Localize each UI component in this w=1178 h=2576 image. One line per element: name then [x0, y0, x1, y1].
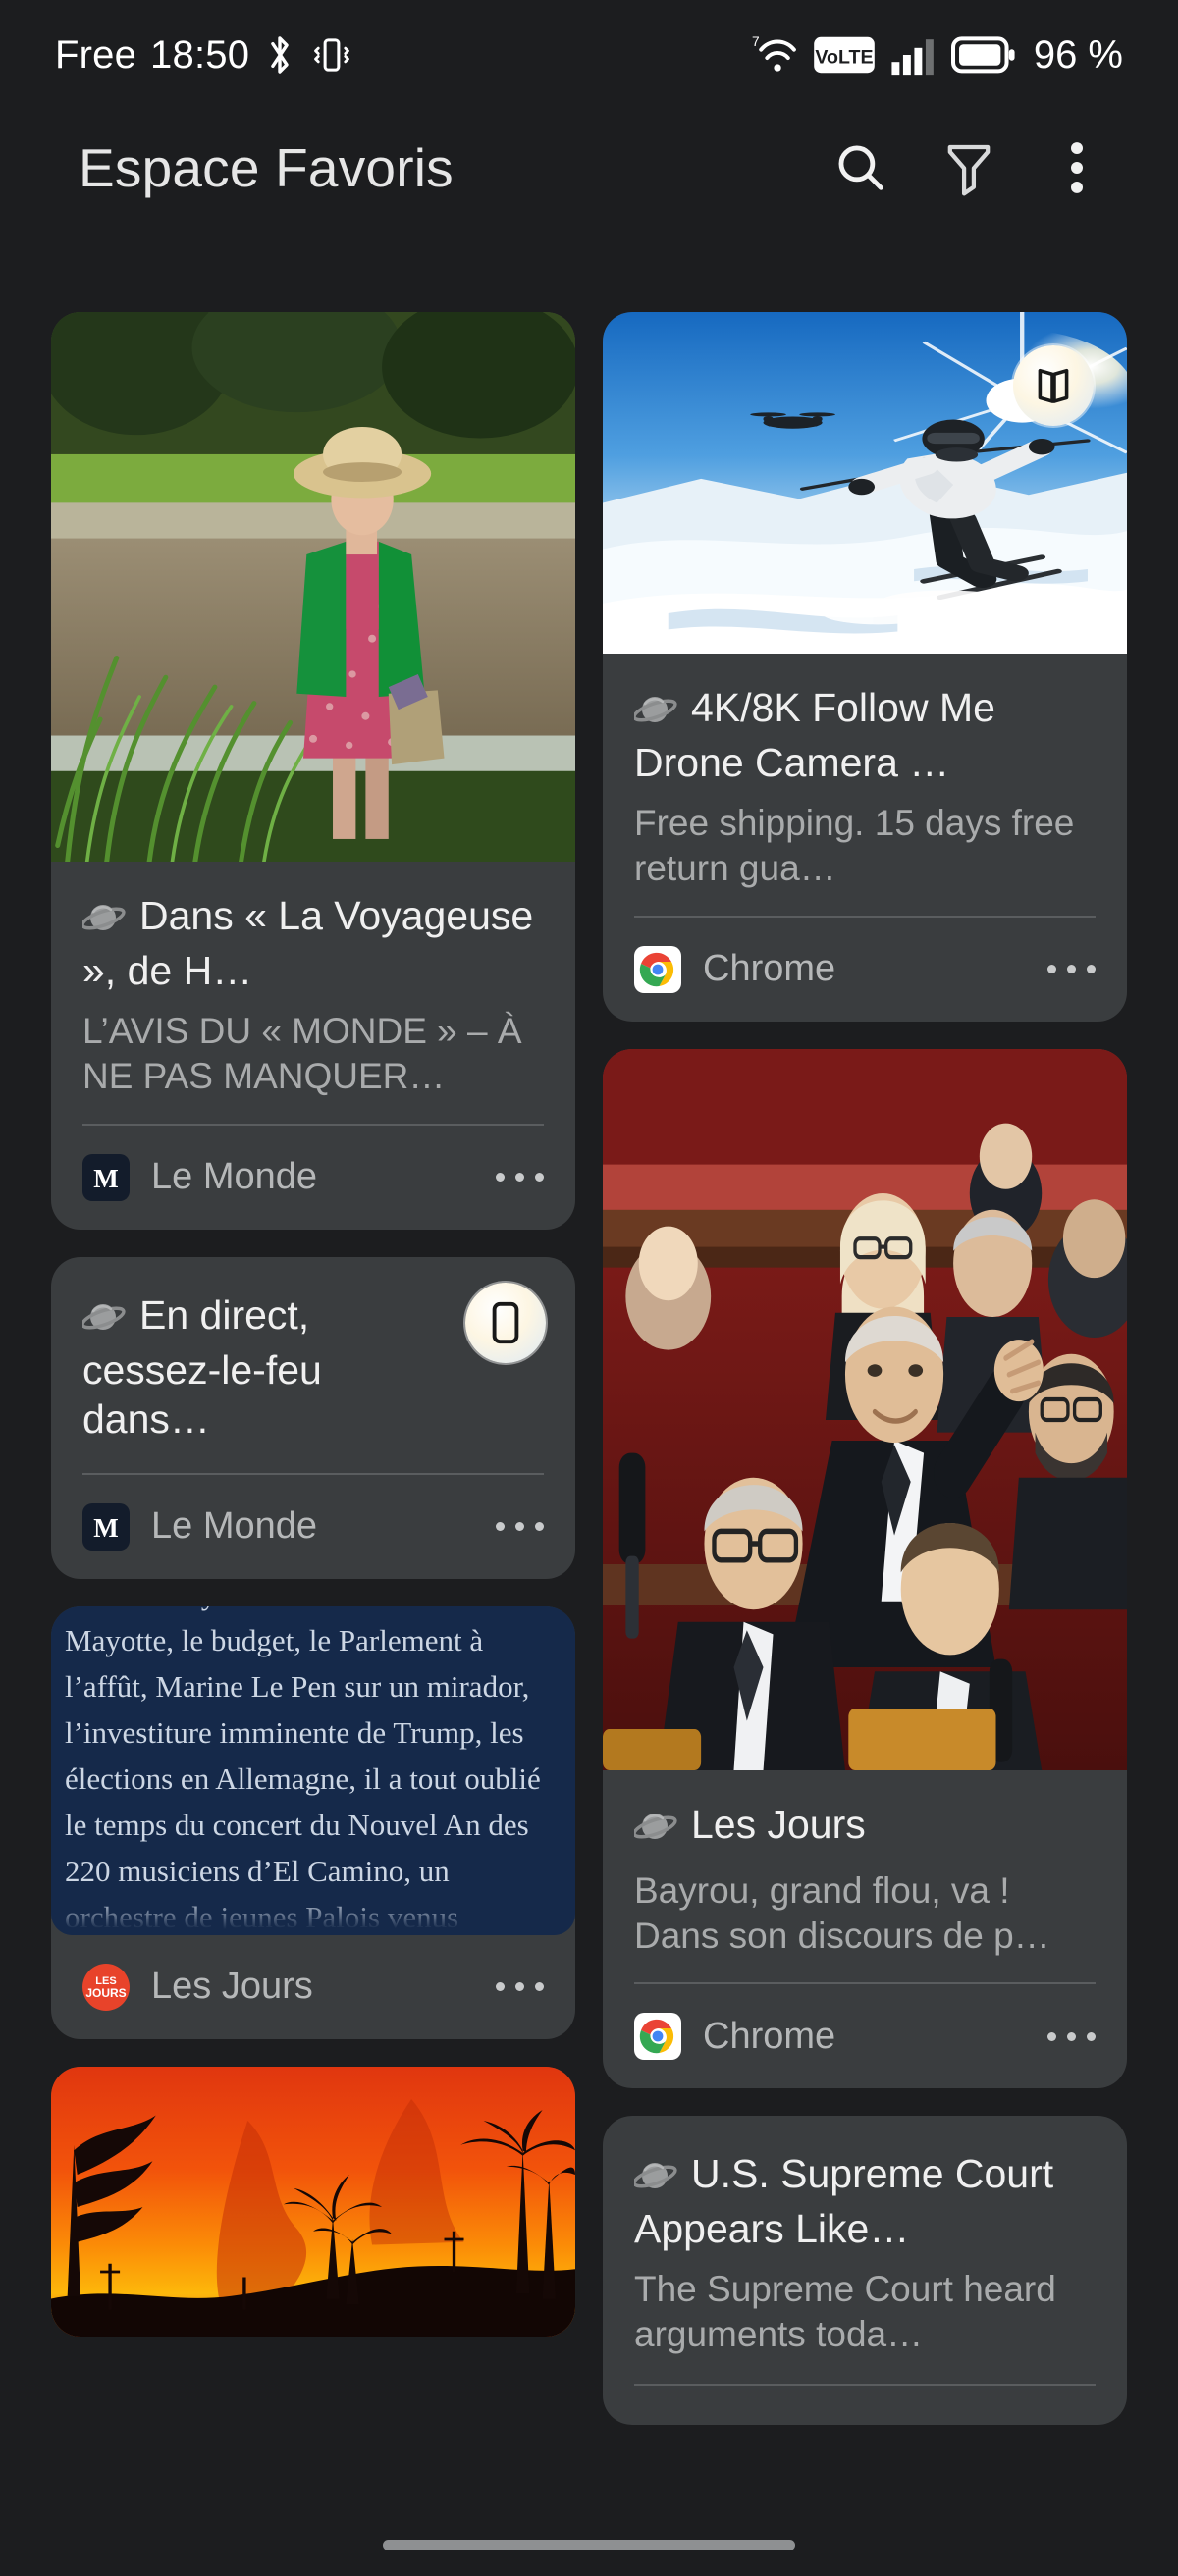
- card-footer: M Le Monde: [51, 1475, 575, 1579]
- battery-icon: [950, 33, 1016, 77]
- card-body: En direct, cessez-le-feu dans…: [51, 1257, 575, 1475]
- card-body: 4K/8K Follow Me Drone Camera … Free ship…: [603, 654, 1127, 918]
- card-thumbnail: [51, 2066, 575, 2337]
- card-overflow-icon[interactable]: [496, 1982, 544, 1992]
- card-title-row: U.S. Supreme Court Appears Like…: [632, 2149, 1096, 2253]
- card-source-name: Le Monde: [151, 1505, 318, 1548]
- card-overflow-icon[interactable]: [1047, 2031, 1096, 2041]
- card-title: 4K/8K Follow Me Drone Camera …: [634, 685, 995, 786]
- card-lesjours-text[interactable]: Bayrou est rentré à Pau. Mayotte, le bud…: [51, 1605, 575, 2039]
- overflow-menu-icon: [1067, 139, 1087, 196]
- planet-icon: [632, 2155, 679, 2204]
- excerpt-fade: [51, 1895, 575, 1935]
- planet-icon: [632, 1806, 679, 1855]
- svg-text:VoLTE: VoLTE: [815, 46, 873, 68]
- card-source-name: Chrome: [703, 2015, 836, 2057]
- svg-text:M: M: [93, 1164, 118, 1193]
- excerpt-line: Bayrou est rentré à Pau.: [65, 1606, 562, 1617]
- planet-icon: [80, 897, 128, 946]
- chrome-icon: [634, 2013, 681, 2061]
- card-thumbnail: [51, 312, 575, 862]
- status-bar: Free 18:50 7 VoLTE 96 %: [0, 0, 1178, 110]
- card-title-row: 4K/8K Follow Me Drone Camera …: [632, 683, 1096, 787]
- card-title: Les Jours: [691, 1801, 866, 1847]
- status-bar-left: Free 18:50: [55, 32, 353, 78]
- card-badge[interactable]: [465, 1282, 546, 1363]
- card-subtitle: L’AVIS DU « MONDE » – À NE PAS MANQUER…: [82, 1011, 522, 1097]
- phone-screen: Free 18:50 7 VoLTE 96 % Espace Favoris D…: [0, 0, 1178, 2576]
- card-drone[interactable]: 4K/8K Follow Me Drone Camera … Free ship…: [603, 312, 1127, 1022]
- search-icon: [832, 139, 889, 196]
- card-voyageuse[interactable]: Dans « La Voyageuse », de H… L’AVIS DU «…: [51, 312, 575, 1230]
- card-footer: Chrome: [603, 918, 1127, 1022]
- card-subtitle: The Supreme Court heard arguments toda…: [634, 2269, 1056, 2355]
- card-title: Dans « La Voyageuse », de H…: [82, 893, 534, 994]
- vibrate-icon: [310, 32, 353, 78]
- planet-icon: [632, 689, 679, 738]
- filter-icon: [942, 139, 995, 196]
- mobile-phone-icon: [491, 1301, 520, 1344]
- card-source-name: Les Jours: [151, 1966, 313, 2008]
- volte-icon: VoLTE: [814, 34, 875, 76]
- app-bar-actions: [807, 114, 1178, 222]
- card-thumbnail: [603, 312, 1127, 654]
- card-body: Les Jours Bayrou, grand flou, va ! Dans …: [603, 1770, 1127, 1985]
- card-title: U.S. Supreme Court Appears Like…: [634, 2151, 1054, 2252]
- card-subtitle: Bayrou, grand flou, va ! Dans son discou…: [634, 1869, 1050, 1956]
- card-endirect[interactable]: En direct, cessez-le-feu dans… M Le Mond…: [51, 1256, 575, 1579]
- card-footer: M Le Monde: [51, 1126, 575, 1230]
- card-title-row: Les Jours: [632, 1800, 1096, 1855]
- clock-label: 18:50: [150, 32, 250, 77]
- search-button[interactable]: [807, 114, 915, 222]
- chrome-icon: [634, 945, 681, 993]
- text-excerpt-selection[interactable]: Bayrou est rentré à Pau. Mayotte, le bud…: [51, 1605, 575, 1935]
- card-thumbnail: [603, 1048, 1127, 1770]
- grid-column-left: Dans « La Voyageuse », de H… L’AVIS DU «…: [51, 312, 575, 2554]
- filter-button[interactable]: [915, 114, 1023, 222]
- status-bar-right: 7 VoLTE 96 %: [749, 30, 1123, 79]
- favorites-grid: Dans « La Voyageuse », de H… L’AVIS DU «…: [0, 312, 1178, 2554]
- overflow-menu-button[interactable]: [1023, 114, 1131, 222]
- home-indicator[interactable]: [383, 2540, 795, 2550]
- card-title-row: Dans « La Voyageuse », de H…: [80, 891, 544, 995]
- les-jours-icon: LES JOURS: [82, 1963, 130, 2011]
- bluetooth-icon: [263, 32, 296, 78]
- card-badge[interactable]: [1013, 345, 1094, 426]
- svg-text:7: 7: [752, 34, 760, 49]
- svg-text:M: M: [93, 1513, 118, 1543]
- card-overflow-icon[interactable]: [496, 1173, 544, 1183]
- card-scotus[interactable]: U.S. Supreme Court Appears Like… The Sup…: [603, 2116, 1127, 2425]
- card-overflow-icon[interactable]: [496, 1522, 544, 1532]
- card-lesjours-bayrou[interactable]: Les Jours Bayrou, grand flou, va ! Dans …: [603, 1048, 1127, 2089]
- card-body: Dans « La Voyageuse », de H… L’AVIS DU «…: [51, 862, 575, 1126]
- card-footer: Chrome: [603, 1984, 1127, 2088]
- card-source-name: Chrome: [703, 948, 836, 990]
- card-body: U.S. Supreme Court Appears Like… The Sup…: [603, 2116, 1127, 2425]
- excerpt-body: Mayotte, le budget, le Parlement à l’aff…: [65, 1617, 562, 1935]
- reader-book-icon: [1033, 366, 1074, 405]
- svg-text:JOURS: JOURS: [85, 1986, 126, 2000]
- card-wildfire[interactable]: [51, 2066, 575, 2337]
- wifi-icon: 7: [749, 30, 800, 79]
- grid-column-right: 4K/8K Follow Me Drone Camera … Free ship…: [603, 312, 1127, 2554]
- battery-percent-label: 96 %: [1033, 32, 1123, 77]
- card-divider: [634, 2383, 1096, 2386]
- card-source-name: Le Monde: [151, 1156, 318, 1198]
- le-monde-icon: M: [82, 1502, 130, 1551]
- le-monde-icon: M: [82, 1153, 130, 1201]
- app-bar: Espace Favoris: [0, 110, 1178, 226]
- planet-icon: [80, 1296, 128, 1345]
- card-overflow-icon[interactable]: [1047, 965, 1096, 974]
- page-title: Espace Favoris: [79, 137, 454, 198]
- card-subtitle: Free shipping. 15 days free return gua…: [634, 803, 1075, 889]
- signal-icon: [888, 32, 937, 78]
- carrier-label: Free: [55, 32, 137, 77]
- card-footer: LES JOURS Les Jours: [51, 1935, 575, 2039]
